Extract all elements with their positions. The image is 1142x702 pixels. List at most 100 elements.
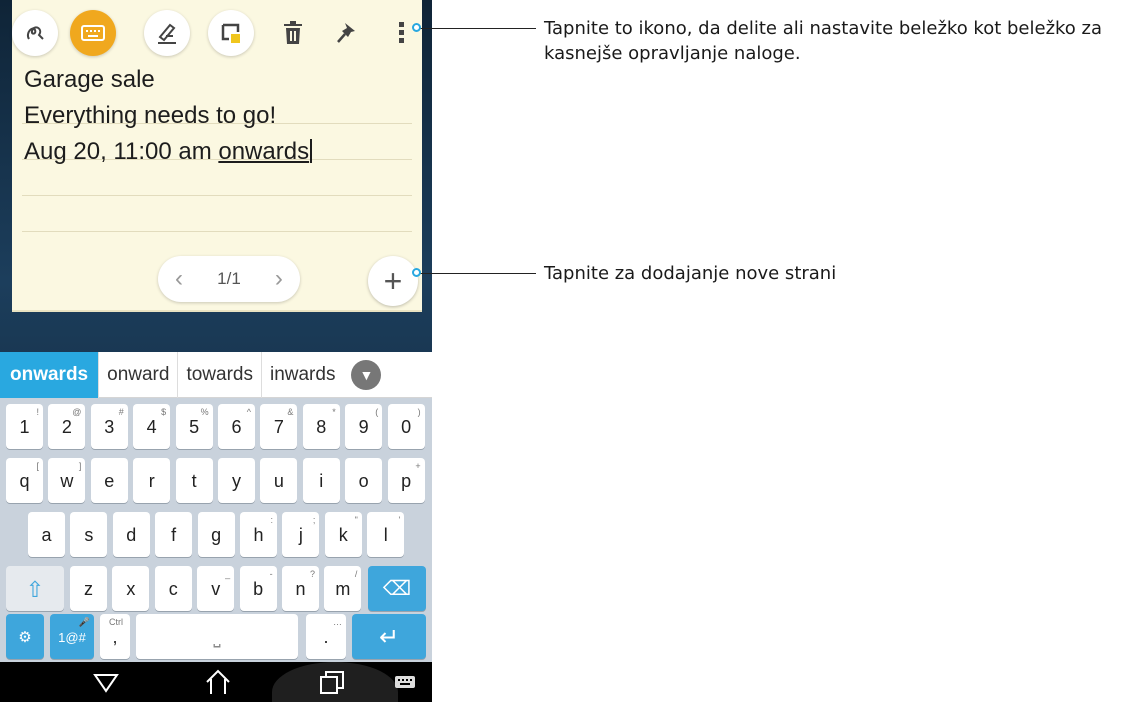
key-9[interactable]: 9( (345, 404, 383, 449)
handwriting-icon (26, 26, 44, 40)
key-f[interactable]: f (155, 512, 193, 557)
shift-key[interactable]: ⇧ (6, 566, 64, 611)
key-f-label: f (171, 525, 177, 545)
key-0-label: 0 (401, 417, 412, 437)
key-y[interactable]: y (218, 458, 255, 503)
key-s-label: s (84, 525, 94, 545)
key-m[interactable]: m / (324, 566, 362, 611)
note-text[interactable]: Garage sale Everything needs to go! Aug … (24, 64, 313, 172)
backspace-key[interactable]: ⌫ (368, 566, 426, 611)
more-options-button[interactable] (384, 16, 418, 50)
key-j-label: j (298, 525, 303, 545)
key-q-hint: [ (36, 461, 39, 471)
key-e-label: e (104, 471, 115, 491)
key-4-hint: $ (161, 407, 167, 417)
key-9-hint: ( (375, 407, 379, 417)
key-o[interactable]: o (345, 458, 383, 503)
key-y-label: y (232, 471, 241, 491)
key-d-label: d (126, 525, 137, 545)
settings-key[interactable]: ⚙ (6, 614, 44, 659)
ctrl-hint: Ctrl (109, 617, 123, 627)
key-4[interactable]: 4 $ (133, 404, 171, 449)
key-1-hint: ! (36, 407, 39, 417)
key-a[interactable]: a (28, 512, 65, 557)
suggestion-4[interactable]: inwards (262, 352, 343, 398)
key-2-hint: @ (72, 407, 82, 417)
keyboard-mode-button[interactable] (70, 10, 116, 56)
callout-line-menu (418, 28, 536, 29)
add-page-button[interactable]: + (368, 256, 418, 306)
recent-apps-button[interactable] (312, 662, 352, 702)
trash-icon (284, 21, 302, 44)
sticky-note-button[interactable] (208, 10, 254, 56)
key-9-label: 9 (358, 417, 369, 437)
delete-button[interactable] (276, 16, 310, 50)
space-key[interactable]: ⎵ (136, 614, 298, 659)
key-z-label: z (84, 579, 93, 599)
settings-key-label: ⚙ (18, 629, 32, 646)
key-h-label: h (253, 525, 264, 545)
callout-dot-add (412, 268, 421, 277)
key-q[interactable]: q[ (6, 458, 43, 503)
key-5[interactable]: 5% (175, 404, 213, 449)
suggestion-2[interactable]: onward (99, 351, 179, 398)
key-u-label: u (273, 471, 284, 491)
key-e[interactable]: e (90, 458, 128, 503)
suggestion-1[interactable]: onwards (0, 351, 100, 398)
enter-key[interactable]: ↵ (352, 614, 426, 659)
key-w-hint: ] (78, 461, 82, 471)
pen-button[interactable] (144, 10, 190, 56)
key-7[interactable]: 7 & (260, 404, 298, 449)
next-page-button[interactable]: › (275, 265, 283, 293)
callout-line-add (418, 273, 536, 274)
callout-dot-menu (412, 23, 421, 32)
backspace-key-label: ⌫ (382, 578, 412, 600)
prev-page-button[interactable]: ‹ (175, 265, 183, 293)
key-6[interactable]: 6 ^ (218, 404, 255, 449)
key-p-label: p (401, 471, 412, 491)
key-3[interactable]: 3 # (90, 404, 128, 449)
key-6-label: 6 (231, 417, 242, 437)
key-g-label: g (211, 525, 222, 545)
key-d[interactable]: d (112, 512, 150, 557)
keyboard-switch-button[interactable] (390, 662, 420, 702)
key-u[interactable]: u (260, 458, 298, 503)
key-a-label: a (41, 525, 52, 545)
key-3-label: 3 (104, 417, 115, 437)
more-icon (399, 22, 404, 43)
key-w[interactable]: w] (48, 458, 86, 503)
key-i-label: i (319, 471, 324, 491)
home-button[interactable] (198, 662, 238, 702)
key-r-label: r (148, 471, 155, 491)
comma-key[interactable]: , Ctrl (100, 614, 130, 659)
key-r[interactable]: r (133, 458, 171, 503)
symbols-key-hint: 🎤 (78, 617, 90, 627)
note-line-2: Everything needs to go! (24, 102, 277, 129)
back-button[interactable] (86, 662, 126, 702)
expand-suggestions-icon[interactable]: ▼ (351, 359, 382, 390)
key-b-label: b (253, 579, 264, 599)
key-v[interactable]: v _ (197, 566, 235, 611)
key-1-label: 1 (19, 417, 30, 437)
key-b-hint: - (269, 569, 273, 579)
pin-button[interactable] (330, 16, 364, 50)
handwriting-button[interactable] (12, 10, 58, 56)
key-n[interactable]: n? (282, 566, 319, 611)
period-key[interactable]: .… (306, 614, 346, 659)
key-n-label: n (295, 579, 306, 599)
page-count: 1/1 (217, 269, 241, 288)
key-l[interactable]: l ' (367, 512, 405, 557)
symbols-key[interactable]: 1@# 🎤 (50, 614, 94, 659)
key-i[interactable]: i (302, 458, 340, 503)
key-c[interactable]: c (154, 566, 192, 611)
shift-key-label: ⇧ (25, 577, 45, 602)
key-s[interactable]: s (70, 512, 108, 557)
key-t[interactable]: t (175, 458, 213, 503)
callout-menu-text: Tapnite to ikono, da delite ali nastavit… (544, 18, 1103, 64)
key-b[interactable]: b- (239, 566, 277, 611)
key-p[interactable]: p + (387, 458, 425, 503)
key-3-hint: # (118, 407, 124, 417)
key-8[interactable]: 8 * (302, 404, 340, 449)
key-0-hint: ) (417, 407, 421, 417)
key-w-label: w (60, 471, 74, 491)
